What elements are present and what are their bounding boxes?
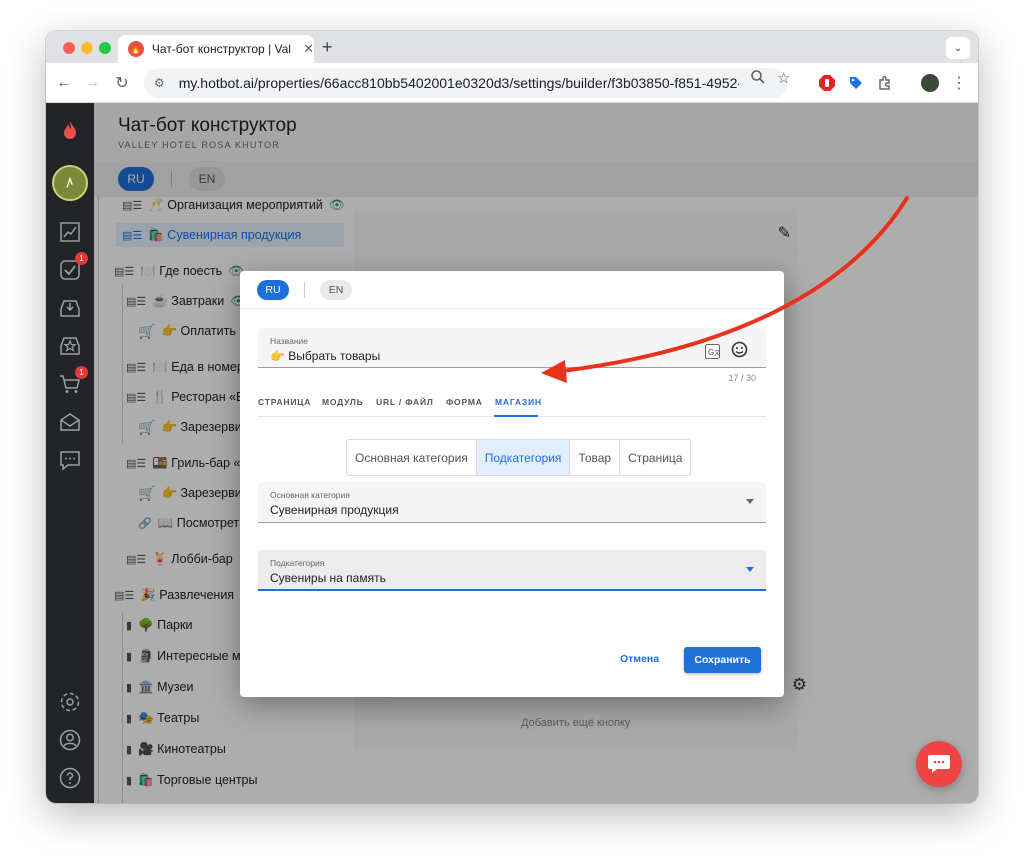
hotbot-logo-icon[interactable]: [58, 119, 82, 143]
tasks-check-icon[interactable]: 1: [58, 252, 88, 282]
dropdown-arrow-icon[interactable]: [746, 499, 754, 504]
app-area: 1 1 Чат-бот конструктор VALLEY HOTEL ROS…: [46, 103, 978, 803]
help-question-icon[interactable]: [58, 766, 82, 790]
cancel-button[interactable]: Отмена: [620, 653, 659, 665]
tab-strip: 🔥 Чат-бот конструктор | Valley Hotel Ros…: [46, 31, 978, 63]
inbox-download-icon[interactable]: [58, 296, 82, 320]
action-type-tabs: СТРАНИЦА МОДУЛЬ URL / ФАЙЛ ФОРМА МАГАЗИН: [258, 391, 766, 417]
site-settings-icon[interactable]: ⚙: [154, 76, 165, 90]
bookmark-star-icon[interactable]: ☆: [777, 69, 790, 87]
tab-search-chevron-icon[interactable]: ⌄: [946, 37, 970, 59]
reload-icon[interactable]: ↻: [110, 71, 134, 95]
svg-text:文: 文: [714, 349, 720, 357]
mailing-icon[interactable]: [58, 410, 82, 434]
profile-avatar[interactable]: [921, 74, 939, 92]
active-tab-indicator: [494, 415, 538, 417]
browser-menu-icon[interactable]: ⋮: [950, 74, 968, 92]
subcategory-value: Сувениры на память: [270, 571, 386, 585]
subcategory-label: Подкатегория: [270, 558, 325, 568]
browser-window: 🔥 Чат-бот конструктор | Valley Hotel Ros…: [46, 31, 978, 803]
minimize-window-button[interactable]: [81, 42, 93, 54]
shop-target-selector: Основная категория Подкатегория Товар Ст…: [346, 439, 692, 476]
orders-badge: 1: [75, 366, 88, 379]
property-avatar[interactable]: [52, 165, 88, 201]
dialog-language-bar: RU EN: [240, 271, 784, 309]
analytics-icon[interactable]: [58, 220, 82, 244]
close-window-button[interactable]: [63, 42, 75, 54]
forward-arrow-icon[interactable]: →: [80, 71, 104, 95]
tab-form[interactable]: ФОРМА: [446, 397, 483, 407]
save-button[interactable]: Сохранить: [684, 647, 761, 673]
name-field-value: 👉 Выбрать товары: [270, 349, 381, 363]
translate-icon[interactable]: G文: [705, 344, 720, 364]
main-category-value: Сувенирная продукция: [270, 503, 399, 517]
name-field[interactable]: Название 👉 Выбрать товары G文: [258, 328, 766, 368]
address-bar[interactable]: ⚙ my.hotbot.ai/properties/66acc810bb5402…: [144, 68, 788, 98]
tab-page[interactable]: СТРАНИЦА: [258, 397, 311, 407]
browser-toolbar: ← → ↻ ⚙ my.hotbot.ai/properties/66acc810…: [46, 63, 978, 103]
main-category-select[interactable]: Основная категория Сувенирная продукция: [258, 482, 766, 523]
zoom-icon[interactable]: [750, 69, 766, 89]
extension-adblock-icon[interactable]: [818, 74, 836, 92]
main-category-label: Основная категория: [270, 490, 350, 500]
chat-messages-icon[interactable]: [58, 448, 82, 472]
subcategory-select[interactable]: Подкатегория Сувениры на память: [258, 550, 766, 591]
hotbot-favicon-icon: 🔥: [128, 41, 144, 57]
extensions-puzzle-icon[interactable]: [876, 74, 894, 92]
url-text: my.hotbot.ai/properties/66acc810bb540200…: [178, 75, 739, 91]
segment-product[interactable]: Товар: [570, 440, 621, 475]
browser-tab[interactable]: 🔥 Чат-бот конструктор | Valley Hotel Ros…: [118, 35, 314, 63]
dropdown-arrow-icon[interactable]: [746, 567, 754, 572]
tab-close-icon[interactable]: ✕: [303, 41, 314, 57]
chat-bubble-icon: [928, 755, 950, 773]
settings-gear-icon[interactable]: [58, 690, 82, 714]
tab-shop[interactable]: МАГАЗИН: [495, 397, 542, 407]
dialog-lang-en-tab[interactable]: EN: [320, 280, 352, 300]
new-tab-icon[interactable]: +: [322, 37, 333, 58]
segment-page[interactable]: Страница: [620, 440, 690, 475]
extension-tag-icon[interactable]: [847, 74, 865, 92]
tab-url-file[interactable]: URL / ФАЙЛ: [376, 397, 434, 407]
back-arrow-icon[interactable]: ←: [52, 71, 76, 95]
shopping-cart-icon[interactable]: 1: [58, 366, 88, 396]
tab-title: Чат-бот конструктор | Valley Hotel Rosa …: [151, 42, 291, 56]
reviews-star-icon[interactable]: [58, 334, 82, 358]
dialog-lang-divider: [304, 282, 305, 298]
segment-subcategory[interactable]: Подкатегория: [476, 440, 571, 475]
support-chat-button[interactable]: [916, 741, 962, 787]
button-settings-dialog: RU EN Название 👉 Выбрать товары G文 17 / …: [240, 271, 784, 697]
maximize-window-button[interactable]: [99, 42, 111, 54]
tasks-badge: 1: [75, 252, 88, 265]
emoji-picker-icon[interactable]: [731, 341, 748, 363]
dialog-lang-ru-tab[interactable]: RU: [257, 280, 289, 300]
tab-module[interactable]: МОДУЛЬ: [322, 397, 364, 407]
side-navigation: 1 1: [46, 103, 94, 803]
account-user-icon[interactable]: [58, 728, 82, 752]
segment-main-category[interactable]: Основная категория: [347, 440, 477, 475]
name-field-label: Название: [270, 336, 308, 346]
name-char-counter: 17 / 30: [728, 373, 756, 383]
